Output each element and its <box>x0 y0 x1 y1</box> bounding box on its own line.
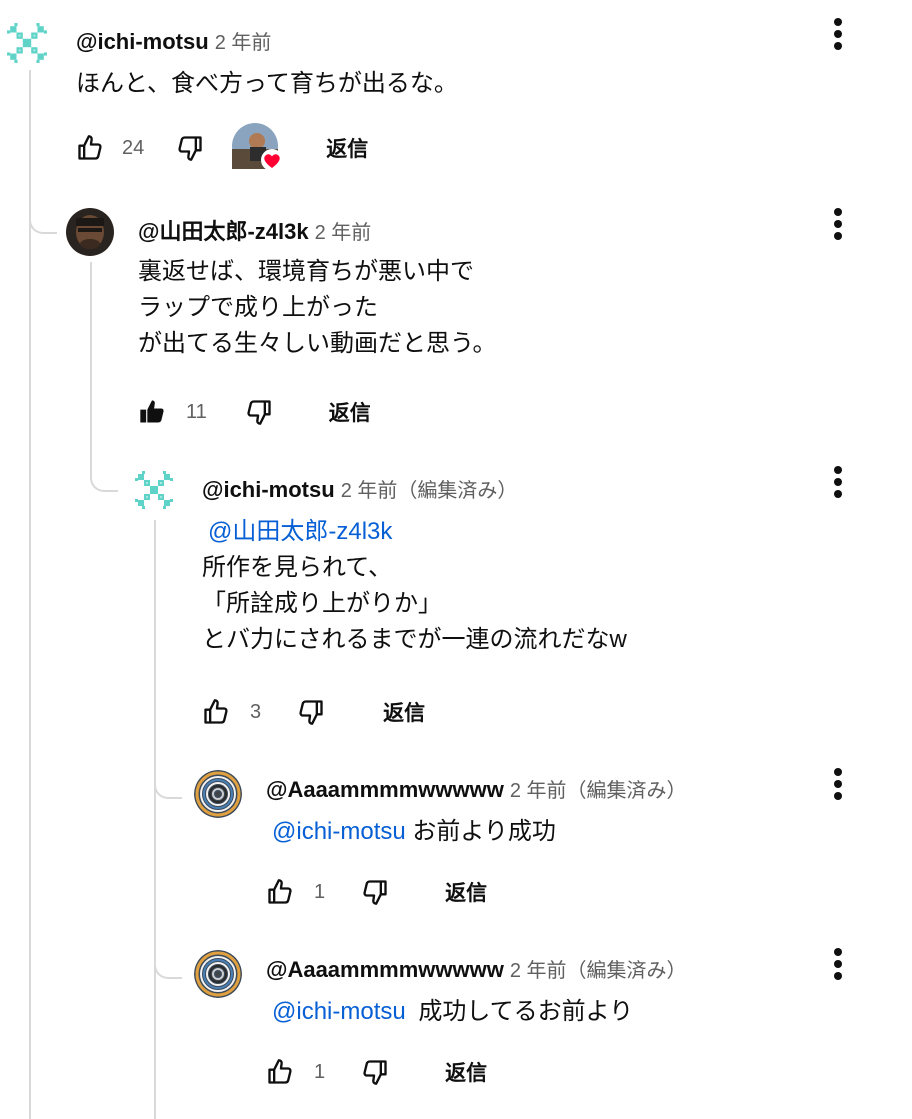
comment-time[interactable]: 2 年前（編集済み） <box>510 780 687 802</box>
thread-line-reply <box>90 262 92 472</box>
comment-text: 裏返せば、環境育ちが悪い中で ラップで成り上がった が出てる生々しい動画だと思う… <box>138 254 497 362</box>
pixel-avatar-icon <box>6 22 48 64</box>
thread-connector <box>29 210 57 234</box>
comment-text: @山田太郎-z4l3k 所作を見られて、 「所詮成り上がりか」 とバ力にされるま… <box>202 514 627 658</box>
thumbs-up-filled-icon[interactable] <box>138 398 166 426</box>
comment-header: @ichi-motsu 2 年前 <box>76 26 271 55</box>
more-vert-icon[interactable] <box>832 948 844 984</box>
avatar[interactable] <box>66 208 114 256</box>
more-vert-icon[interactable] <box>832 768 844 804</box>
comment-header: @Aaaammmmwwwww 2 年前（編集済み） <box>266 774 687 803</box>
like-count: 1 <box>314 880 326 903</box>
reply-button[interactable]: 返信 <box>326 133 368 163</box>
comment-line: 「所詮成り上がりか」 <box>202 590 442 617</box>
pixel-avatar-icon <box>134 470 174 510</box>
comment-text: @ichi-motsu 成功してるお前より <box>272 994 633 1030</box>
comment-time[interactable]: 2 年前（編集済み） <box>510 960 687 982</box>
thread-connector <box>154 775 182 799</box>
comment-actions: 1 返信 <box>266 1052 487 1092</box>
more-vert-icon[interactable] <box>832 466 844 502</box>
spiral-avatar-icon <box>194 950 242 998</box>
more-vert-icon[interactable] <box>832 18 844 54</box>
thumbs-up-outline-icon[interactable] <box>202 698 230 726</box>
comment-line: 成功してるお前より <box>418 998 634 1025</box>
mention-link[interactable]: @ichi-motsu <box>272 818 406 845</box>
mention-link[interactable]: @ichi-motsu <box>272 998 406 1025</box>
comment-line: ほんと、食べ方って育ちが出るな。 <box>76 70 458 97</box>
thumbs-down-outline-icon[interactable] <box>361 878 389 906</box>
thread-line-nested <box>154 520 156 1119</box>
like-count: 3 <box>250 700 262 723</box>
mention-link[interactable]: @山田太郎-z4l3k <box>208 518 392 545</box>
avatar[interactable] <box>134 470 174 510</box>
thumbs-down-outline-icon[interactable] <box>176 134 204 162</box>
avatar[interactable] <box>194 770 242 818</box>
avatar[interactable] <box>6 22 48 64</box>
comment-line: お前より成功 <box>412 818 556 845</box>
thread-connector <box>90 468 118 492</box>
comment-line: 所作を見られて、 <box>202 554 393 581</box>
thumbs-down-outline-icon[interactable] <box>297 698 325 726</box>
thumbs-down-outline-icon[interactable] <box>245 398 273 426</box>
comment-time[interactable]: 2 年前 <box>315 222 372 244</box>
comment-header: @Aaaammmmwwwww 2 年前（編集済み） <box>266 954 687 983</box>
comment-author[interactable]: @Aaaammmmwwwww <box>266 777 504 802</box>
like-count: 24 <box>122 136 145 159</box>
reply-button[interactable]: 返信 <box>329 397 371 427</box>
comment-text: ほんと、食べ方って育ちが出るな。 <box>76 66 458 102</box>
spiral-avatar-icon <box>194 770 242 818</box>
comment-header: @山田太郎-z4l3k 2 年前 <box>138 214 371 246</box>
comment-line: が出てる生々しい動画だと思う。 <box>138 330 497 357</box>
thread-connector <box>154 955 182 979</box>
avatar[interactable] <box>194 950 242 998</box>
comment-line: 裏返せば、環境育ちが悪い中で <box>138 258 474 285</box>
comment-author[interactable]: @ichi-motsu <box>76 29 209 54</box>
thumbs-up-outline-icon[interactable] <box>266 1058 294 1086</box>
comment-author[interactable]: @ichi-motsu <box>202 477 335 502</box>
comment-actions: 1 返信 <box>266 872 487 912</box>
comment-header: @ichi-motsu 2 年前（編集済み） <box>202 474 517 503</box>
person-avatar-icon <box>66 208 114 256</box>
comment-line: とバ力にされるまでが一連の流れだなw <box>202 626 627 653</box>
thumbs-up-outline-icon[interactable] <box>76 134 104 162</box>
reply-button[interactable]: 返信 <box>383 697 425 727</box>
comment-actions: 24 返信 <box>76 123 368 171</box>
comment-author[interactable]: @山田太郎-z4l3k <box>138 219 309 244</box>
comment-time[interactable]: 2 年前 <box>215 32 272 54</box>
more-vert-icon[interactable] <box>832 208 844 244</box>
thumbs-down-outline-icon[interactable] <box>361 1058 389 1086</box>
comment-author[interactable]: @Aaaammmmwwwww <box>266 957 504 982</box>
comment-actions: 11 返信 <box>138 392 371 432</box>
creator-heart-badge[interactable] <box>232 123 284 173</box>
comment-line: ラップで成り上がった <box>138 294 378 321</box>
reply-button[interactable]: 返信 <box>445 1057 487 1087</box>
comment-actions: 3 返信 <box>202 692 425 732</box>
thumbs-up-outline-icon[interactable] <box>266 878 294 906</box>
like-count: 1 <box>314 1060 326 1083</box>
comment-time[interactable]: 2 年前（編集済み） <box>341 480 518 502</box>
heart-icon <box>261 149 284 171</box>
comment-text: @ichi-motsu お前より成功 <box>272 814 556 850</box>
reply-button[interactable]: 返信 <box>445 877 487 907</box>
like-count: 11 <box>186 400 207 423</box>
